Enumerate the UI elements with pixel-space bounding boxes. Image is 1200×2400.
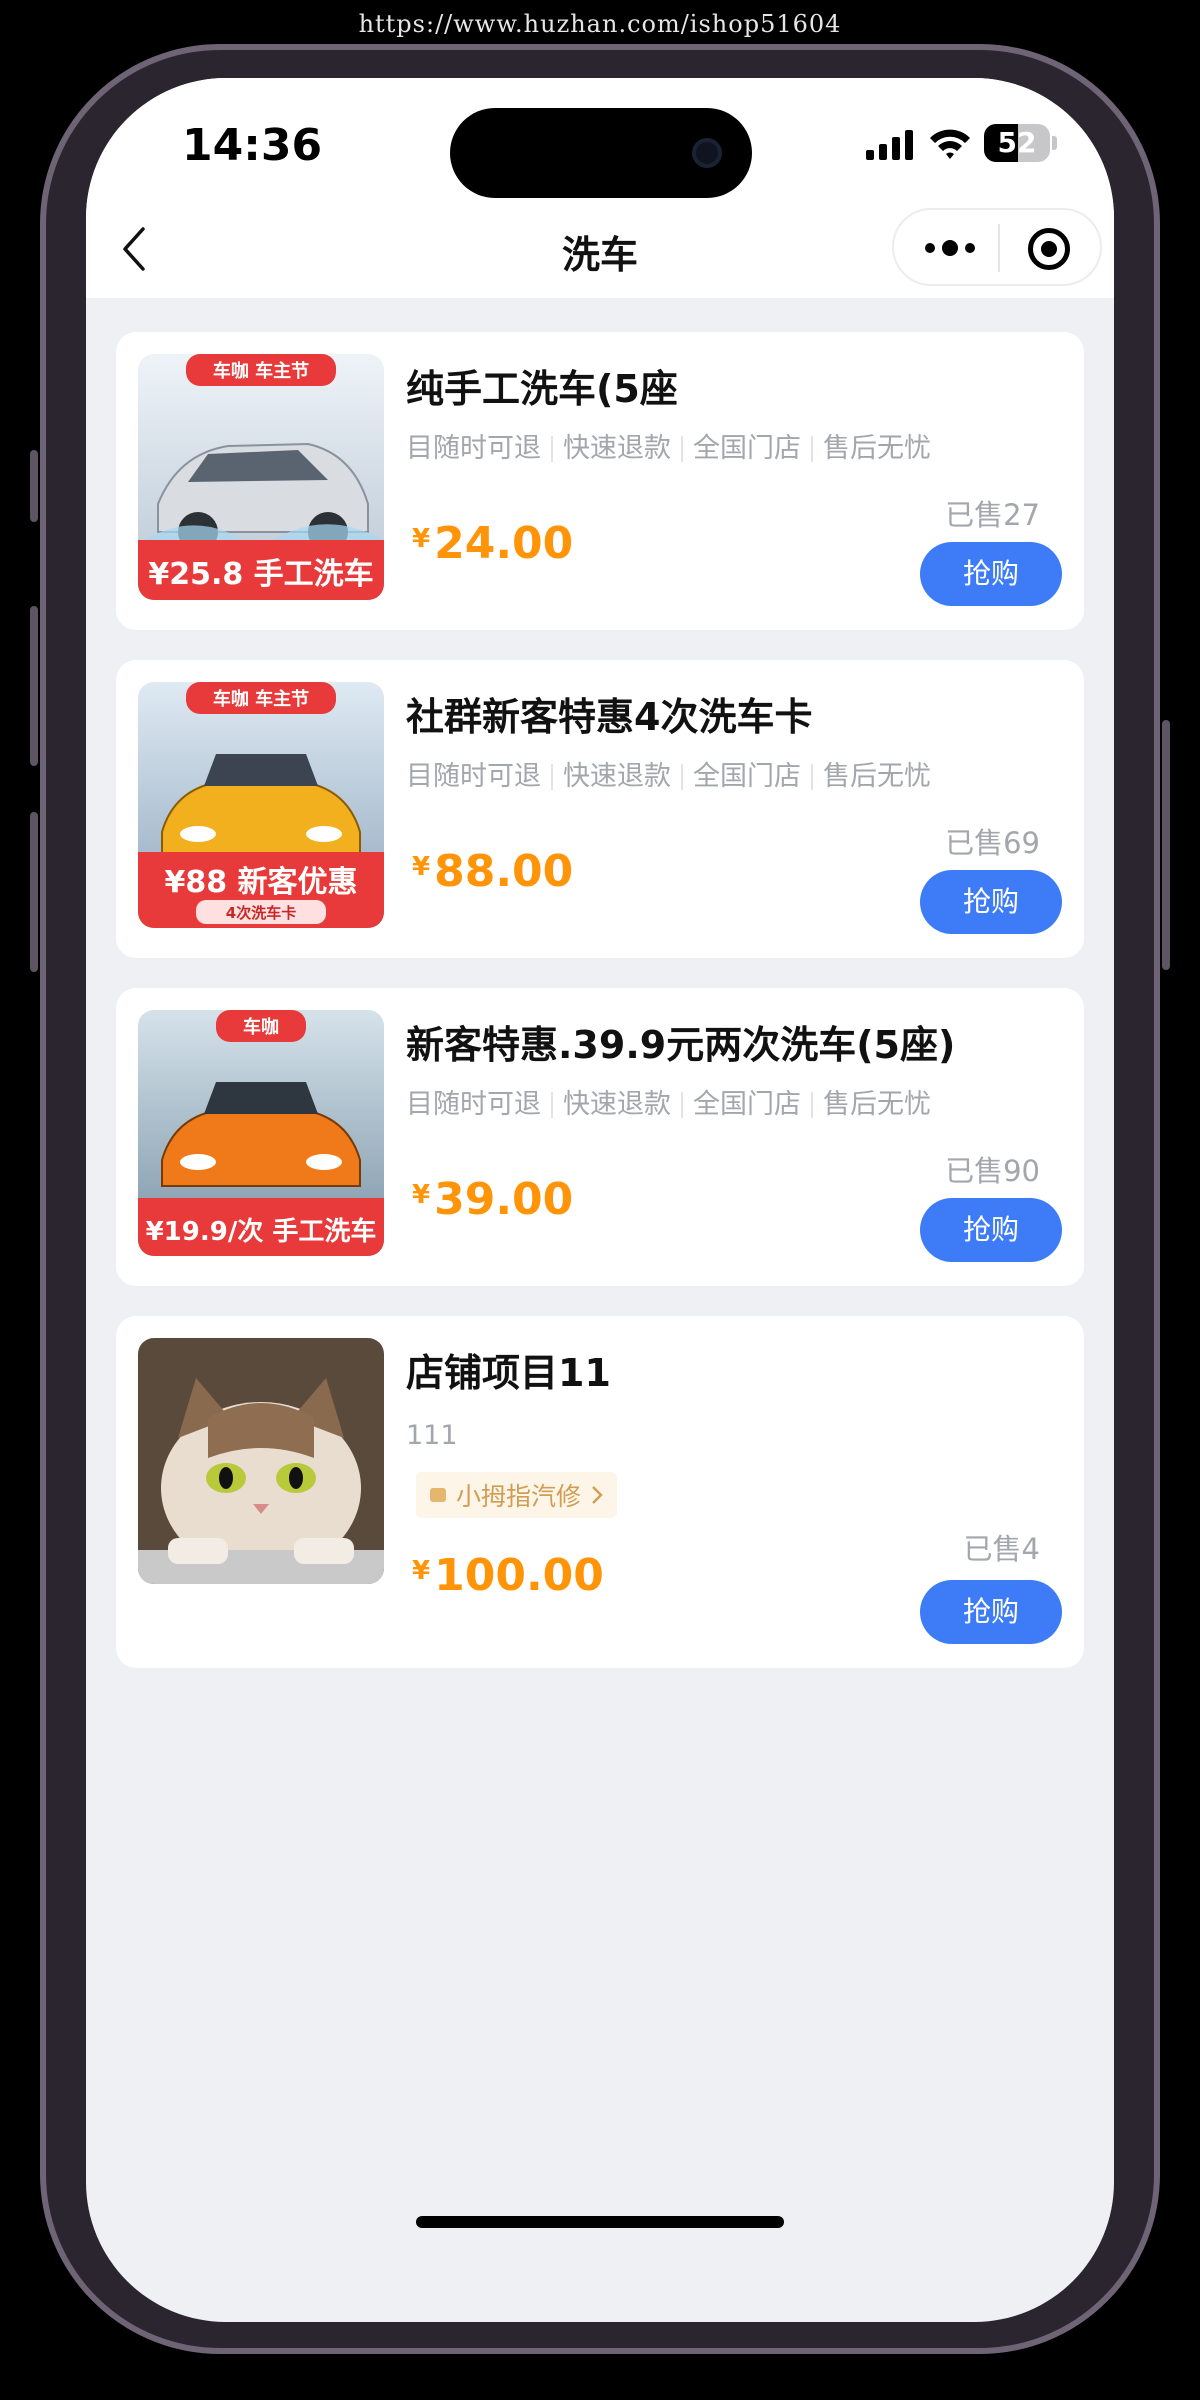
tag-after-sales: 售后无忧: [811, 763, 941, 790]
tag-after-sales: 售后无忧: [811, 1091, 941, 1118]
home-indicator[interactable]: [416, 2216, 784, 2228]
product-card[interactable]: ¥25.8 手工洗车 车咖 车主节 纯手工洗车(5座 目随时可退 快速退款 全国…: [116, 332, 1084, 630]
product-description: 111: [406, 1420, 458, 1451]
tag-nationwide-stores: 全国门店: [681, 763, 811, 790]
price-amount: 88.00: [434, 846, 574, 897]
thumbnail-caption: ¥19.9/次 手工洗车: [146, 1216, 377, 1247]
product-thumbnail: ¥19.9/次 手工洗车 车咖: [138, 1010, 384, 1256]
watermark-url: https://www.huzhan.com/ishop51604: [358, 10, 842, 38]
thumbnail-caption: ¥25.8 手工洗车: [148, 557, 373, 592]
tag-nationwide-stores: 全国门店: [681, 435, 811, 462]
product-thumbnail: ¥25.8 手工洗车 车咖 车主节: [138, 354, 384, 600]
currency-symbol: ¥: [412, 524, 431, 554]
thumbnail-badge: 车咖 车主节: [213, 360, 309, 382]
tag-nationwide-stores: 全国门店: [681, 1091, 811, 1118]
product-name: 社群新客特惠4次洗车卡: [406, 695, 813, 739]
product-thumbnail: [138, 1338, 384, 1584]
currency-symbol: ¥: [412, 1180, 431, 1210]
buy-button[interactable]: 抢购: [920, 1198, 1062, 1262]
more-dots-icon[interactable]: [922, 234, 978, 262]
camera-icon: [692, 138, 722, 168]
price-amount: 24.00: [434, 518, 574, 569]
product-tags: 目随时可退 快速退款 全国门店 售后无忧: [406, 761, 941, 792]
tag-refund-anytime: 目随时可退: [406, 1089, 541, 1120]
sold-count: 已售27: [945, 498, 1040, 532]
battery-icon: 52: [984, 124, 1050, 162]
product-name: 新客特惠.39.9元两次洗车(5座): [406, 1023, 956, 1067]
product-thumbnail: ¥88 新客优惠 4次洗车卡 车咖 车主节: [138, 682, 384, 928]
car-wash-image: ¥88 新客优惠 4次洗车卡 车咖 车主节: [138, 682, 384, 928]
product-price: ¥88.00: [412, 846, 573, 897]
store-name: 小拇指汽修: [456, 1482, 582, 1511]
tag-refund-anytime: 目随时可退: [406, 433, 541, 464]
price-amount: 39.00: [434, 1174, 574, 1225]
wifi-icon: [930, 129, 970, 159]
signal-icon: [866, 130, 913, 160]
miniprogram-capsule: [892, 208, 1102, 286]
buy-button[interactable]: 抢购: [920, 1580, 1062, 1644]
car-wash-image: ¥25.8 手工洗车 车咖 车主节: [138, 354, 384, 600]
power-button: [1162, 720, 1170, 970]
buy-button[interactable]: 抢购: [920, 870, 1062, 934]
status-time: 14:36: [182, 120, 323, 171]
thumbnail-badge: 车咖 车主节: [213, 688, 309, 710]
car-body: [161, 781, 361, 859]
product-price: ¥100.00: [412, 1550, 604, 1601]
thumbnail-badge: 车咖: [243, 1016, 279, 1038]
tag-after-sales: 售后无忧: [811, 435, 941, 462]
volume-up-button: [30, 606, 38, 766]
sold-count: 已售69: [945, 826, 1040, 860]
battery-level: 52: [997, 126, 1037, 159]
currency-symbol: ¥: [412, 852, 431, 882]
cat-image: [138, 1338, 384, 1584]
product-card[interactable]: ¥19.9/次 手工洗车 车咖 新客特惠.39.9元两次洗车(5座) 目随时可退…: [116, 988, 1084, 1286]
currency-symbol: ¥: [412, 1556, 431, 1586]
capsule-divider: [998, 224, 1000, 272]
status-bar: 14:36 52 洗车: [86, 78, 1114, 298]
store-link[interactable]: 小拇指汽修: [416, 1472, 618, 1518]
tag-fast-refund: 快速退款: [551, 1091, 681, 1118]
product-tags: 目随时可退 快速退款 全国门店 售后无忧: [406, 433, 941, 464]
action-button: [30, 450, 38, 522]
tag-refund-anytime: 目随时可退: [406, 761, 541, 792]
sold-count: 已售4: [963, 1532, 1040, 1566]
tag-fast-refund: 快速退款: [551, 435, 681, 462]
thumbnail-caption: ¥88 新客优惠: [164, 865, 357, 900]
close-target-icon[interactable]: [1028, 228, 1070, 270]
car-wash-image: ¥19.9/次 手工洗车 车咖: [138, 1010, 384, 1256]
volume-down-button: [30, 812, 38, 972]
product-card[interactable]: 店铺项目11 111 小拇指汽修 ¥100.00 已售4 抢购: [116, 1316, 1084, 1668]
product-name: 店铺项目11: [406, 1351, 611, 1395]
product-tags: 目随时可退 快速退款 全国门店 售后无忧: [406, 1089, 941, 1120]
chevron-right-icon: [592, 1486, 603, 1504]
product-name: 纯手工洗车(5座: [406, 367, 678, 411]
price-amount: 100.00: [434, 1550, 604, 1601]
dynamic-island: [450, 108, 752, 198]
store-icon: [430, 1488, 446, 1502]
screen: 14:36 52 洗车 ¥25.8 手工洗车 车咖 车主节 纯手工洗车(5座 目…: [86, 78, 1114, 2322]
product-card[interactable]: ¥88 新客优惠 4次洗车卡 车咖 车主节 社群新客特惠4次洗车卡 目随时可退 …: [116, 660, 1084, 958]
buy-button[interactable]: 抢购: [920, 542, 1062, 606]
product-price: ¥24.00: [412, 518, 573, 569]
product-price: ¥39.00: [412, 1174, 573, 1225]
tag-fast-refund: 快速退款: [551, 763, 681, 790]
sold-count: 已售90: [945, 1154, 1040, 1188]
thumbnail-subcaption: 4次洗车卡: [226, 904, 296, 922]
battery-tip: [1052, 136, 1057, 150]
car-body: [161, 1109, 361, 1187]
